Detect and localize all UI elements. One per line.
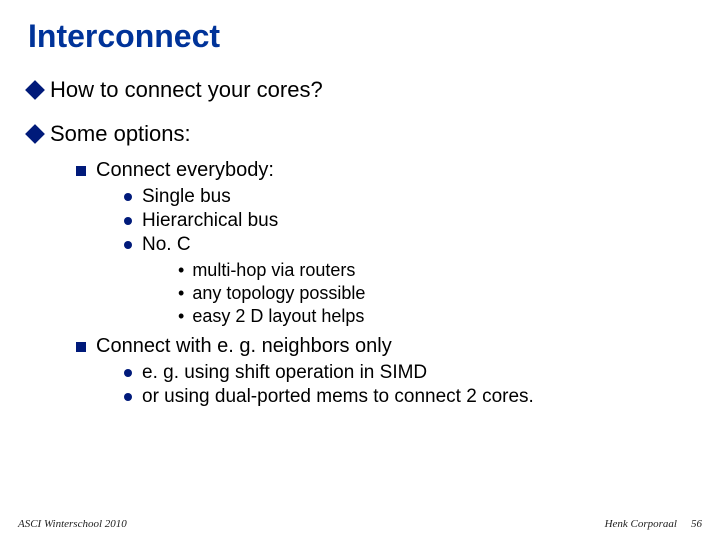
square-icon — [76, 342, 86, 352]
bullet-hier-bus-text: Hierarchical bus — [142, 210, 278, 232]
circle-icon — [124, 369, 132, 377]
bullet-connect-everybody: Connect everybody: — [76, 159, 692, 182]
bullet-dot-icon: • — [178, 306, 184, 326]
footer-page: 56 — [691, 518, 702, 530]
bullet-easy2d: • easy 2 D layout helps — [178, 306, 692, 327]
footer-author: Henk Corporaal — [605, 518, 677, 530]
bullet-neighbors-text: Connect with e. g. neighbors only — [96, 335, 392, 358]
bullet-multihop-text: multi-hop via routers — [192, 260, 355, 281]
bullet-multihop: • multi-hop via routers — [178, 260, 692, 281]
bullet-connect-everybody-text: Connect everybody: — [96, 159, 274, 182]
bullet-dual-ported: or using dual-ported mems to connect 2 c… — [124, 386, 692, 408]
bullet-some-options: Some options: — [28, 121, 692, 147]
bullet-noc-text: No. C — [142, 234, 191, 256]
neighbors-sublist: e. g. using shift operation in SIMD or u… — [124, 362, 692, 408]
circle-icon — [124, 193, 132, 201]
square-icon — [76, 166, 86, 176]
bullet-easy2d-text: easy 2 D layout helps — [192, 306, 364, 327]
bullet-how-text: How to connect your cores? — [50, 77, 323, 103]
bullet-dot-icon: • — [178, 283, 184, 303]
slide-title: Interconnect — [28, 18, 692, 55]
bullet-single-bus: Single bus Hierarchical bus No. C — [124, 186, 692, 256]
bullet-how: How to connect your cores? — [28, 77, 692, 103]
bullet-dual-ported-text: or using dual-ported mems to connect 2 c… — [142, 386, 534, 408]
noc-sublist: • multi-hop via routers • any topology p… — [178, 260, 692, 327]
diamond-icon — [25, 80, 45, 100]
circle-icon — [124, 241, 132, 249]
diamond-icon — [25, 124, 45, 144]
footer: ASCI Winterschool 2010 Henk Corporaal 56 — [0, 518, 720, 530]
bullet-dot-icon: • — [178, 260, 184, 280]
bullet-some-options-text: Some options: — [50, 121, 191, 147]
bullet-anytopo-text: any topology possible — [192, 283, 365, 304]
footer-right: Henk Corporaal 56 — [605, 518, 702, 530]
circle-icon — [124, 393, 132, 401]
slide: Interconnect How to connect your cores? … — [0, 0, 720, 540]
bullet-eg-simd-text: e. g. using shift operation in SIMD — [142, 362, 427, 384]
bullet-eg-simd: e. g. using shift operation in SIMD — [124, 362, 692, 384]
bullet-hier-bus: Hierarchical bus — [124, 210, 692, 232]
bullet-anytopo: • any topology possible — [178, 283, 692, 304]
bullet-single-bus-text: Single bus — [142, 186, 231, 208]
bullet-neighbors: Connect with e. g. neighbors only — [76, 335, 692, 358]
bullet-noc: No. C — [124, 234, 692, 256]
footer-left: ASCI Winterschool 2010 — [18, 518, 127, 530]
circle-icon — [124, 217, 132, 225]
